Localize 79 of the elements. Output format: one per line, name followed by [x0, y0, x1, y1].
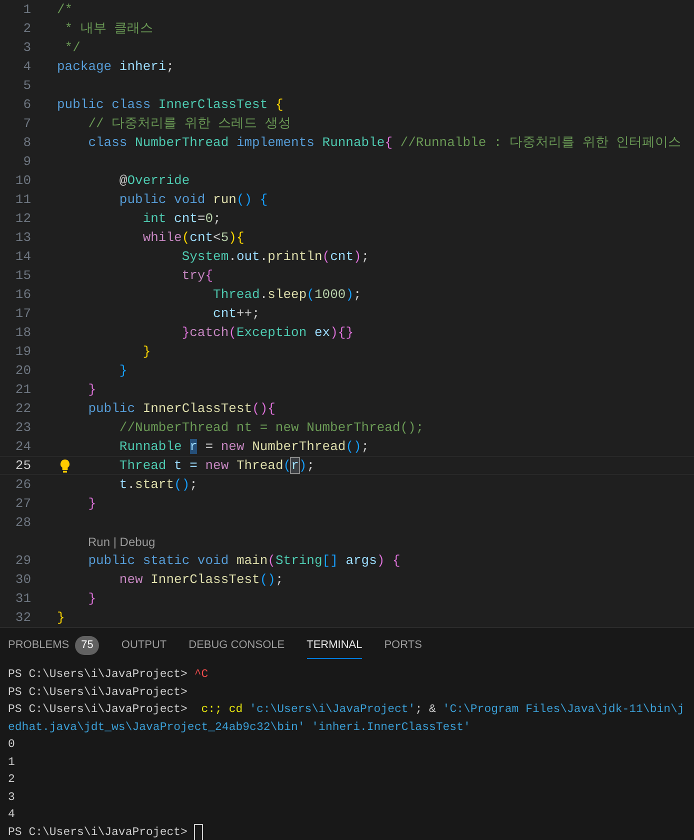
code-line: } — [57, 608, 65, 627]
code-line: Thread.sleep(1000); — [212, 286, 362, 304]
code-line: public InnerClassTest(){ — [87, 400, 276, 418]
line-number: 7 — [22, 114, 31, 133]
line-number: 9 — [22, 152, 31, 171]
panel-tab[interactable]: TERMINAL — [306, 633, 362, 659]
code-line: int cnt=0; — [142, 210, 221, 228]
code-line: */ — [64, 38, 80, 57]
code-line: try{ — [180, 266, 214, 285]
code-line: /* — [57, 0, 73, 19]
line-number: 17 — [14, 304, 31, 323]
line-number: 21 — [14, 380, 31, 399]
line-number: 12 — [14, 210, 31, 228]
line-number: 26 — [14, 476, 31, 494]
terminal-line: 1 — [8, 754, 15, 771]
code-line: } — [87, 380, 96, 399]
codelens-links[interactable]: Run | Debug — [88, 532, 156, 550]
line-number: 4 — [22, 58, 31, 76]
line-number: 16 — [14, 286, 31, 304]
terminal-line: 0 — [8, 737, 15, 754]
code-line: Runnable r = new NumberThread(); — [118, 438, 370, 456]
line-number: 30 — [14, 570, 31, 589]
line-number: 3 — [22, 38, 31, 57]
line-number: 25 — [14, 456, 31, 475]
line-number: 23 — [14, 418, 31, 437]
line-number: 15 — [14, 266, 31, 285]
terminal-line: PS C:\Users\i\JavaProject> — [8, 824, 188, 840]
code-line: package inheri; — [57, 58, 174, 76]
code-line: // 다중처리를 위한 스레드 생성 — [87, 114, 292, 133]
code-line: cnt++; — [212, 304, 260, 323]
line-number: 32 — [14, 608, 31, 627]
code-line: new InnerClassTest(); — [118, 570, 284, 589]
code-line: } — [118, 362, 128, 380]
line-number: 11 — [14, 190, 31, 209]
line-number: 8 — [22, 134, 31, 152]
code-line: Thread t = new Thread(r); — [118, 456, 315, 475]
code-line: }catch(Exception ex){} — [180, 324, 354, 342]
code-line: t.start(); — [118, 476, 198, 494]
line-number: 2 — [22, 20, 31, 38]
terminal-line: 2 — [8, 772, 15, 788]
terminal-line: edhat.java\jdt_ws\JavaProject_24ab9c32\bin' 'inheri.InnerClassTest' — [8, 720, 470, 736]
line-number: 18 — [14, 324, 31, 342]
line-number: 13 — [14, 228, 31, 247]
code-line: class NumberThread implements Runnable{ //Runnalble : 다중처리를 위한 인터페이스 — [87, 134, 682, 152]
line-number: 24 — [14, 438, 31, 456]
terminal-line: PS C:\Users\i\JavaProject> ^C — [8, 667, 208, 684]
line-number: 6 — [22, 96, 31, 114]
line-number: 27 — [14, 494, 31, 513]
count-badge: 75 — [75, 636, 100, 655]
lightbulb-icon[interactable] — [60, 459, 70, 473]
code-line: } — [87, 590, 96, 608]
line-number: 31 — [14, 590, 31, 608]
terminal-line: 4 — [8, 807, 15, 824]
code-line: * 내부 클래스 — [64, 20, 154, 38]
line-number: 10 — [14, 172, 31, 190]
panel-tab[interactable]: PROBLEMS 75 — [8, 633, 100, 659]
line-number: 5 — [22, 76, 31, 95]
code-line: public class InnerClassTest { — [57, 96, 284, 114]
panel-tab[interactable]: OUTPUT — [121, 633, 167, 659]
code-line: @Override — [118, 172, 190, 190]
line-number: 29 — [14, 552, 31, 570]
code-line: public static void main(String[] args) { — [87, 552, 400, 570]
code-line: while(cnt<5){ — [142, 228, 244, 247]
panel-tab[interactable]: PORTS — [384, 633, 422, 659]
code-line: //NumberThread nt = new NumberThread(); — [118, 418, 424, 437]
line-number: 14 — [14, 248, 31, 266]
code-line: System.out.println(cnt); — [180, 248, 370, 266]
terminal-line: PS C:\Users\i\JavaProject> — [8, 684, 188, 701]
code-line: } — [87, 494, 96, 513]
code-line: } — [142, 342, 151, 361]
line-number: 20 — [14, 362, 31, 380]
line-number: 19 — [14, 342, 31, 361]
code-line: public void run() { — [118, 190, 268, 209]
terminal-line: PS C:\Users\i\JavaProject> c:; cd 'c:\Users\i\JavaProject'; & 'C:\Program Files\Java\jdk-11\bin\j — [8, 702, 684, 718]
line-number: 1 — [22, 0, 31, 19]
line-number: 28 — [14, 514, 31, 532]
panel-tab[interactable]: DEBUG CONSOLE — [188, 633, 285, 659]
terminal-line: 3 — [8, 790, 15, 806]
line-number: 22 — [14, 400, 31, 418]
